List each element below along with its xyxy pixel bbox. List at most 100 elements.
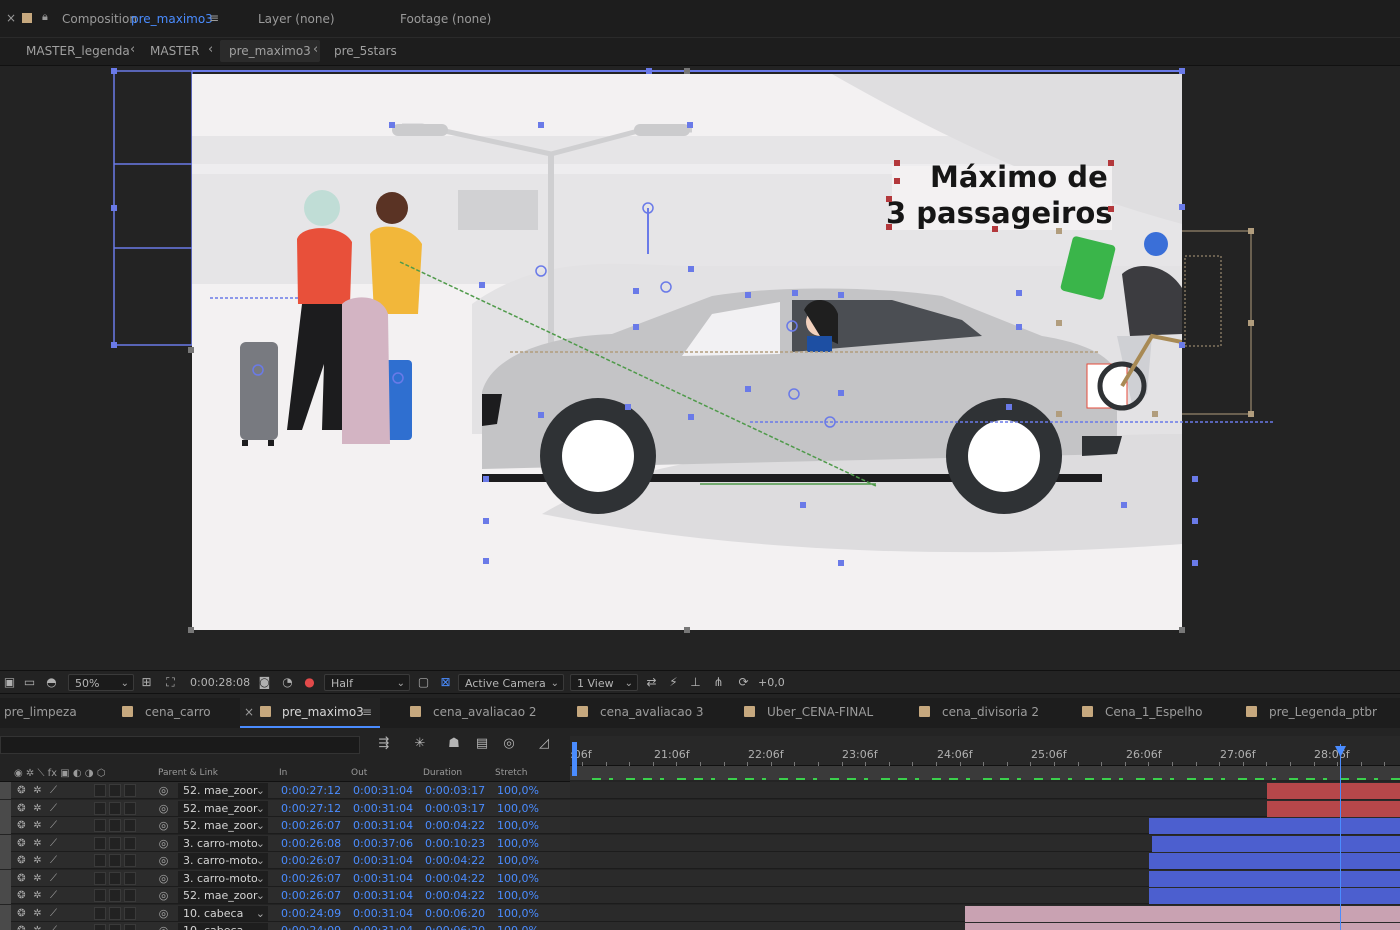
switch-box[interactable] bbox=[109, 854, 121, 867]
pick-whip-icon[interactable]: ◎ bbox=[156, 906, 171, 921]
duration[interactable]: 0:00:03:17 bbox=[425, 801, 485, 816]
quality-icon[interactable]: ⟋ bbox=[48, 873, 59, 884]
duration[interactable]: 0:00:06:20 bbox=[425, 923, 485, 930]
layer-row[interactable]: ❂ ✲ ⟋ ◎ 52. mae_zoor ⌄ 0:00:27:12 0:00:31… bbox=[0, 782, 570, 799]
fast-draft-icon[interactable]: ⚡︎ bbox=[666, 675, 681, 690]
collapse-icon[interactable]: ✲ bbox=[32, 820, 43, 831]
tab-pre-maximo3[interactable]: pre_maximo3 bbox=[282, 705, 364, 719]
switch-box[interactable] bbox=[124, 924, 136, 930]
solo-icon[interactable]: ❂ bbox=[16, 873, 27, 884]
layer-duration-bar[interactable] bbox=[1149, 853, 1400, 869]
composition-viewer[interactable]: Máximo de 3 passageiros bbox=[0, 66, 1400, 670]
layer-duration-bar[interactable] bbox=[1267, 783, 1400, 799]
switch-box[interactable] bbox=[124, 906, 136, 920]
in-column-header[interactable]: In bbox=[279, 768, 287, 778]
pick-whip-icon[interactable]: ◎ bbox=[156, 853, 171, 868]
vr-goggles-icon[interactable]: ◓ bbox=[44, 675, 59, 690]
collapse-icon[interactable]: ✲ bbox=[32, 803, 43, 814]
quality-icon[interactable]: ⟋ bbox=[48, 803, 59, 814]
composition-name[interactable]: pre_maximo3 bbox=[131, 12, 213, 26]
switch-box[interactable] bbox=[109, 819, 121, 832]
out-point[interactable]: 0:00:31:04 bbox=[353, 923, 413, 930]
switch-box[interactable] bbox=[109, 871, 121, 885]
flowchart-icon[interactable]: ⋔ bbox=[711, 675, 726, 690]
switch-box[interactable] bbox=[124, 784, 136, 797]
parent-select[interactable]: 3. carro-moto ⌄ bbox=[178, 835, 268, 851]
switch-box[interactable] bbox=[124, 854, 136, 867]
solo-icon[interactable]: ❂ bbox=[16, 838, 27, 849]
quality-icon[interactable]: ⟋ bbox=[48, 855, 59, 866]
layer-row[interactable]: ❂ ✲ ⟋ ◎ 10. cabeca ⌄ 0:00:24:09 0:00:31:0… bbox=[0, 922, 570, 930]
duration-column-header[interactable]: Duration bbox=[423, 768, 462, 778]
layer-row[interactable]: ❂ ✲ ⟋ ◎ 3. carro-moto ⌄ 0:00:26:07 0:00:3… bbox=[0, 869, 570, 887]
duration[interactable]: 0:00:10:23 bbox=[425, 836, 485, 851]
panel-menu-icon[interactable]: ≡ bbox=[209, 11, 219, 25]
collapse-icon[interactable]: ✲ bbox=[32, 838, 43, 849]
layer-duration-bar[interactable] bbox=[1149, 888, 1400, 904]
switch-box[interactable] bbox=[124, 871, 136, 885]
switch-box[interactable] bbox=[94, 836, 106, 850]
switch-box[interactable] bbox=[94, 819, 106, 832]
parent-select[interactable]: 10. cabeca ⌄ bbox=[178, 905, 268, 921]
quality-icon[interactable]: ⟋ bbox=[48, 838, 59, 849]
layer-duration-bar[interactable] bbox=[965, 905, 1400, 922]
current-timecode[interactable]: 0:00:28:08 bbox=[190, 674, 250, 691]
parent-select[interactable]: 52. mae_zoor ⌄ bbox=[178, 888, 268, 903]
tab-cena-carro[interactable]: cena_carro bbox=[145, 705, 211, 719]
pick-whip-icon[interactable]: ◎ bbox=[156, 783, 171, 798]
duration[interactable]: 0:00:04:22 bbox=[425, 888, 485, 903]
solo-icon[interactable]: ❂ bbox=[16, 855, 27, 866]
tab-cena-avaliacao-3[interactable]: cena_avaliacao 3 bbox=[600, 705, 704, 719]
parent-select[interactable]: 10. cabeca ⌄ bbox=[178, 923, 268, 930]
breadcrumb-master-legenda[interactable]: MASTER_legenda bbox=[26, 44, 130, 58]
switch-box[interactable] bbox=[124, 889, 136, 902]
parent-column-header[interactable]: Parent & Link bbox=[158, 768, 218, 778]
out-point[interactable]: 0:00:31:04 bbox=[353, 853, 413, 868]
duration[interactable]: 0:00:04:22 bbox=[425, 818, 485, 833]
stretch[interactable]: 100,0% bbox=[497, 853, 539, 868]
tab-cena-avaliacao-2[interactable]: cena_avaliacao 2 bbox=[433, 705, 537, 719]
switch-box[interactable] bbox=[124, 819, 136, 832]
breadcrumb-pre-maximo3[interactable]: pre_maximo3 bbox=[229, 44, 311, 58]
switch-box[interactable] bbox=[94, 854, 106, 867]
reset-exposure-icon[interactable]: ⟳ bbox=[736, 675, 751, 690]
tab-menu-icon[interactable]: ≡ bbox=[362, 705, 372, 719]
parent-select[interactable]: 52. mae_zoor ⌄ bbox=[178, 800, 268, 816]
layer-duration-bar[interactable] bbox=[965, 923, 1400, 930]
duration[interactable]: 0:00:04:22 bbox=[425, 871, 485, 886]
exposure-value[interactable]: +0,0 bbox=[758, 674, 785, 691]
out-point[interactable]: 0:00:31:04 bbox=[353, 783, 413, 798]
switch-box[interactable] bbox=[109, 784, 121, 797]
layer-search-input[interactable] bbox=[0, 736, 360, 754]
in-point[interactable]: 0:00:27:12 bbox=[281, 783, 341, 798]
pick-whip-icon[interactable]: ◎ bbox=[156, 923, 171, 930]
collapse-icon[interactable]: ✲ bbox=[32, 925, 43, 930]
collapse-icon[interactable]: ✲ bbox=[32, 908, 43, 919]
duration[interactable]: 0:00:04:22 bbox=[425, 853, 485, 868]
solo-icon[interactable]: ❂ bbox=[16, 908, 27, 919]
pick-whip-icon[interactable]: ◎ bbox=[156, 818, 171, 833]
switch-box[interactable] bbox=[94, 784, 106, 797]
stretch[interactable]: 100,0% bbox=[497, 906, 539, 921]
layer-row[interactable]: ❂ ✲ ⟋ ◎ 10. cabeca ⌄ 0:00:24:09 0:00:31:0… bbox=[0, 904, 570, 922]
quality-icon[interactable]: ⟋ bbox=[48, 925, 59, 930]
in-point[interactable]: 0:00:26:07 bbox=[281, 853, 341, 868]
switch-box[interactable] bbox=[124, 836, 136, 850]
layer-row[interactable]: ❂ ✲ ⟋ ◎ 3. carro-moto ⌄ 0:00:26:08 0:00:3… bbox=[0, 834, 570, 852]
layer-duration-bar[interactable] bbox=[1149, 818, 1400, 834]
close-panel-icon[interactable]: × bbox=[6, 11, 16, 25]
layer-row[interactable]: ❂ ✲ ⟋ ◎ 3. carro-moto ⌄ 0:00:26:07 0:00:3… bbox=[0, 852, 570, 869]
switch-box[interactable] bbox=[124, 801, 136, 815]
tab-pre-legenda-ptbr[interactable]: pre_Legenda_ptbr bbox=[1269, 705, 1377, 719]
stretch-column-header[interactable]: Stretch bbox=[495, 768, 527, 778]
solo-icon[interactable]: ❂ bbox=[16, 820, 27, 831]
region-of-interest-icon[interactable]: ⛶ bbox=[163, 675, 178, 690]
shy-layers-icon[interactable]: ☗ bbox=[446, 736, 462, 752]
parent-select[interactable]: 52. mae_zoor ⌄ bbox=[178, 818, 268, 833]
layer-tab[interactable]: Layer (none) bbox=[258, 12, 335, 26]
switch-box[interactable] bbox=[109, 801, 121, 815]
out-point[interactable]: 0:00:37:06 bbox=[353, 836, 413, 851]
switch-box[interactable] bbox=[109, 836, 121, 850]
switch-box[interactable] bbox=[94, 801, 106, 815]
stretch[interactable]: 100,0% bbox=[497, 783, 539, 798]
